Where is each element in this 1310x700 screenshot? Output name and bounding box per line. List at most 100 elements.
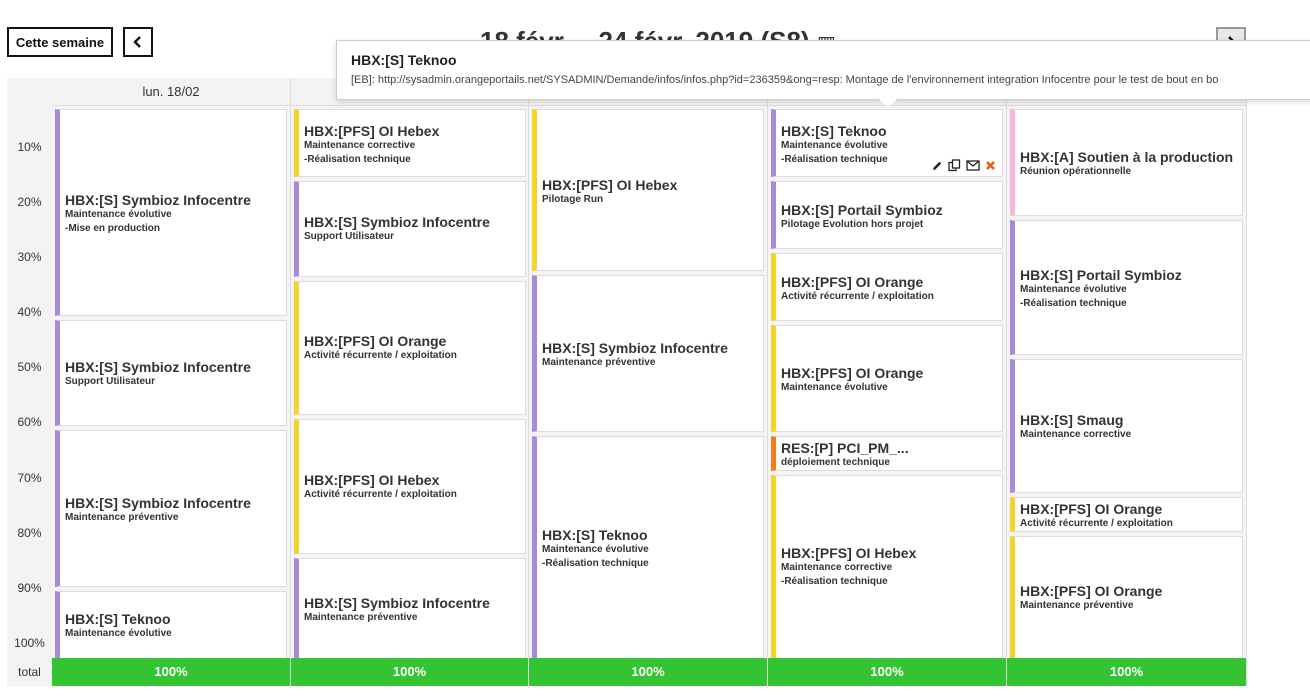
chevron-left-icon: [133, 36, 141, 48]
pencil-icon[interactable]: [931, 160, 943, 172]
event-card[interactable]: HBX:[PFS] OI Orange Activité récurrente …: [294, 281, 526, 415]
event-line: Maintenance évolutive: [1020, 284, 1127, 295]
column-divider: [290, 78, 291, 688]
event-card[interactable]: HBX:[S] Symbioz Infocentre Maintenance p…: [532, 275, 764, 432]
previous-week-button[interactable]: [123, 27, 153, 57]
event-title: HBX:[S] Symbioz Infocentre: [65, 495, 251, 511]
event-line: Pilotage Evolution hors projet: [781, 219, 924, 230]
column-divider: [1246, 78, 1247, 688]
event-line: Activité récurrente / exploitation: [1020, 518, 1173, 529]
event-title: HBX:[PFS] OI Hebex: [781, 545, 917, 561]
event-line: Maintenance corrective: [304, 140, 416, 151]
event-card[interactable]: RES:[P] PCI_PM_... déploiement technique: [771, 436, 1003, 471]
event-card[interactable]: HBX:[S] Portail Symbioz Pilotage Evoluti…: [771, 181, 1003, 249]
event-line: Maintenance corrective: [781, 562, 893, 573]
event-line: Support Utilisateur: [65, 376, 156, 387]
tooltip-description: [EB]: http://sysadmin.orangeportails.net…: [351, 74, 1219, 86]
event-title: HBX:[PFS] OI Hebex: [304, 123, 440, 139]
total-cell: 100%: [768, 658, 1006, 686]
event-line: -Réalisation technique: [781, 576, 888, 587]
event-card[interactable]: HBX:[S] Teknoo Maintenance évolutive: [55, 591, 287, 658]
event-line: Maintenance évolutive: [542, 544, 649, 555]
event-title: HBX:[PFS] OI Orange: [304, 333, 447, 349]
event-title: HBX:[S] Symbioz Infocentre: [304, 595, 490, 611]
column-divider: [528, 78, 529, 688]
event-line: Maintenance évolutive: [781, 140, 888, 151]
event-title: RES:[P] PCI_PM_...: [781, 440, 909, 456]
event-line: Maintenance corrective: [1020, 429, 1132, 440]
event-line: Activité récurrente / exploitation: [304, 350, 457, 361]
event-title: HBX:[S] Symbioz Infocentre: [65, 359, 251, 375]
event-title: HBX:[PFS] OI Orange: [1020, 501, 1163, 517]
day-header-0: lun. 18/02: [142, 84, 200, 99]
event-card[interactable]: HBX:[PFS] OI Orange Activité récurrente …: [771, 253, 1003, 321]
event-line: déploiement technique: [781, 457, 890, 468]
percent-label: 100%: [14, 636, 45, 650]
event-line: Maintenance évolutive: [65, 209, 172, 220]
event-line: Maintenance préventive: [65, 512, 179, 523]
percent-label: 60%: [17, 415, 42, 429]
percent-label: 90%: [17, 581, 42, 595]
event-card[interactable]: HBX:[S] Symbioz Infocentre Maintenance p…: [55, 430, 287, 587]
event-line: -Réalisation technique: [542, 558, 649, 569]
event-card[interactable]: HBX:[S] Symbioz Infocentre Maintenance é…: [55, 109, 287, 316]
event-line: Maintenance préventive: [1020, 600, 1134, 611]
event-line: Réunion opérationnelle: [1020, 166, 1132, 177]
event-card[interactable]: HBX:[S] Symbioz Infocentre Support Utili…: [294, 181, 526, 277]
total-cell: 100%: [1007, 658, 1246, 686]
event-title: HBX:[A] Soutien à la production: [1020, 149, 1234, 165]
percent-label: 40%: [17, 305, 42, 319]
percent-label: 10%: [17, 140, 42, 154]
event-title: HBX:[S] Symbioz Infocentre: [65, 192, 251, 208]
event-title: HBX:[S] Portail Symbioz: [1020, 267, 1182, 283]
close-icon[interactable]: [985, 160, 996, 171]
event-line: Activité récurrente / exploitation: [781, 291, 934, 302]
event-line: Maintenance préventive: [304, 612, 418, 623]
event-card[interactable]: HBX:[S] Smaug Maintenance corrective: [1010, 359, 1243, 493]
event-card[interactable]: HBX:[PFS] OI Hebex Maintenance correctiv…: [771, 475, 1003, 658]
event-card[interactable]: HBX:[A] Soutien à la production Réunion …: [1010, 109, 1243, 216]
percent-label: 30%: [17, 250, 42, 264]
event-card[interactable]: HBX:[PFS] OI Hebex Maintenance correctiv…: [294, 109, 526, 177]
percent-label: 20%: [17, 195, 42, 209]
event-line: Maintenance évolutive: [65, 628, 172, 639]
event-card[interactable]: HBX:[S] Portail Symbioz Maintenance évol…: [1010, 220, 1243, 355]
event-line: Support Utilisateur: [304, 231, 395, 242]
this-week-button[interactable]: Cette semaine: [7, 27, 113, 57]
event-title: HBX:[PFS] OI Orange: [1020, 583, 1163, 599]
event-title: HBX:[S] Teknoo: [781, 123, 887, 139]
event-card[interactable]: HBX:[PFS] OI Hebex Pilotage Run: [532, 109, 764, 271]
envelope-icon[interactable]: [966, 160, 980, 171]
total-label: total: [7, 658, 52, 686]
total-cell: 100%: [529, 658, 767, 686]
event-actions: [931, 159, 996, 172]
column-divider: [767, 78, 768, 688]
event-title: HBX:[PFS] OI Orange: [781, 274, 924, 290]
percent-label: 80%: [17, 526, 42, 540]
event-card[interactable]: HBX:[PFS] OI Hebex Activité récurrente /…: [294, 419, 526, 554]
event-card[interactable]: HBX:[S] Teknoo Maintenance évolutive -Ré…: [532, 436, 764, 658]
event-title: HBX:[S] Symbioz Infocentre: [304, 214, 490, 230]
tooltip-title: HBX:[S] Teknoo: [351, 52, 457, 68]
event-title: HBX:[S] Portail Symbioz: [781, 202, 943, 218]
tooltip-arrow: [879, 99, 897, 108]
total-cell: 100%: [52, 658, 290, 686]
column-divider: [1006, 78, 1007, 688]
event-card[interactable]: HBX:[S] Symbioz Infocentre Support Utili…: [55, 320, 287, 426]
event-card[interactable]: HBX:[PFS] OI Orange Activité récurrente …: [1010, 497, 1243, 532]
event-title: HBX:[PFS] OI Hebex: [304, 472, 440, 488]
copy-icon[interactable]: [948, 159, 961, 172]
event-title: HBX:[S] Smaug: [1020, 412, 1124, 428]
event-card[interactable]: HBX:[PFS] OI Orange Maintenance préventi…: [1010, 536, 1243, 658]
event-card[interactable]: HBX:[PFS] OI Orange Maintenance évolutiv…: [771, 325, 1003, 432]
event-card[interactable]: HBX:[S] Symbioz Infocentre Maintenance p…: [294, 558, 526, 658]
event-line: -Réalisation technique: [304, 154, 411, 165]
event-line: -Mise en production: [65, 223, 160, 234]
event-title: HBX:[S] Teknoo: [65, 611, 171, 627]
event-line: Pilotage Run: [542, 194, 604, 205]
event-line: -Réalisation technique: [1020, 298, 1127, 309]
event-title: HBX:[S] Symbioz Infocentre: [542, 340, 728, 356]
event-line: Maintenance évolutive: [781, 382, 888, 393]
event-title: HBX:[PFS] OI Hebex: [542, 177, 678, 193]
event-card-selected[interactable]: HBX:[S] Teknoo Maintenance évolutive -Ré…: [771, 109, 1003, 177]
